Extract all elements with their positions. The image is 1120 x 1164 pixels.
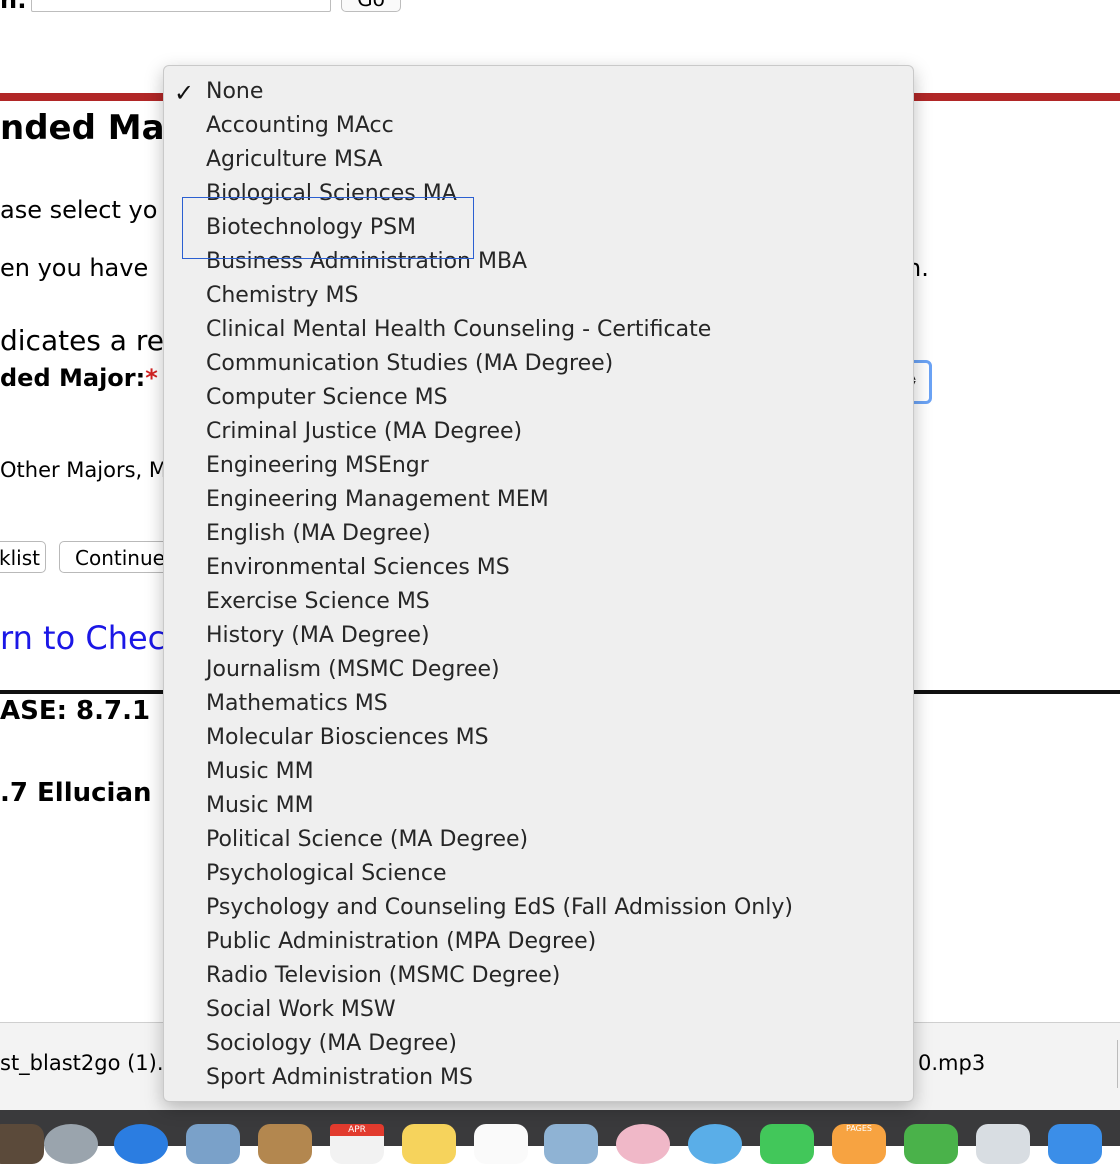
shelf-separator — [1117, 1040, 1118, 1088]
pages-label: PAGES — [846, 1124, 872, 1133]
search-label: n: — [0, 0, 27, 14]
download-item[interactable]: st_blast2go (1)... — [0, 1051, 177, 1075]
pages-icon[interactable]: PAGES — [832, 1124, 886, 1164]
dropdown-option[interactable]: Sociology (MA Degree) — [206, 1027, 457, 1061]
dropdown-option[interactable]: Psychology and Counseling EdS (Fall Admi… — [206, 891, 793, 925]
dropdown-option[interactable]: Music MM — [206, 755, 314, 789]
dropdown-option[interactable]: Communication Studies (MA Degree) — [206, 347, 613, 381]
dropdown-option[interactable]: Molecular Biosciences MS — [206, 721, 489, 755]
dropdown-option[interactable]: Exercise Science MS — [206, 585, 430, 619]
dropdown-option[interactable]: Music MM — [206, 789, 314, 823]
dropdown-option[interactable]: None — [206, 75, 263, 109]
maps-icon[interactable] — [544, 1124, 598, 1164]
dropdown-option[interactable]: Chemistry MS — [206, 279, 358, 313]
calendar-icon[interactable]: APR — [330, 1124, 384, 1164]
return-to-checklist-link[interactable]: rn to Check — [0, 619, 184, 657]
dropdown-option[interactable]: Computer Science MS — [206, 381, 448, 415]
download-item[interactable]: 0.mp3 — [918, 1051, 985, 1075]
dropdown-option[interactable]: Journalism (MSMC Degree) — [206, 653, 500, 687]
release-text: ASE: 8.7.1 — [0, 696, 151, 726]
dropdown-option[interactable]: Public Administration (MPA Degree) — [206, 925, 596, 959]
required-marker: * — [145, 364, 158, 392]
go-button[interactable]: Go — [341, 0, 401, 12]
focus-highlight — [182, 197, 474, 259]
dropdown-option[interactable]: Mathematics MS — [206, 687, 388, 721]
facetime-icon[interactable] — [760, 1124, 814, 1164]
dock-app-icon[interactable] — [0, 1124, 44, 1164]
dropdown-option[interactable]: Accounting MAcc — [206, 109, 394, 143]
dropdown-option[interactable]: Sport Administration MS — [206, 1061, 473, 1095]
instruction-text: ase select yo — [0, 196, 158, 224]
dropdown-option[interactable]: Social Work MSW — [206, 993, 396, 1027]
major-label-text: ded Major: — [0, 364, 146, 392]
calendar-month: APR — [330, 1124, 384, 1136]
dropdown-option[interactable]: Agriculture MSA — [206, 143, 382, 177]
notes-icon[interactable] — [402, 1124, 456, 1164]
dropdown-option[interactable]: Psychological Science — [206, 857, 446, 891]
dropdown-option[interactable]: Engineering Management MEM — [206, 483, 549, 517]
checklist-button[interactable]: klist — [0, 541, 46, 573]
dropdown-option[interactable]: Criminal Justice (MA Degree) — [206, 415, 522, 449]
photos-icon[interactable] — [616, 1124, 670, 1164]
dropdown-option[interactable]: Radio Television (MSMC Degree) — [206, 959, 560, 993]
numbers-icon[interactable] — [904, 1124, 958, 1164]
system-preferences-icon[interactable] — [1048, 1124, 1102, 1164]
dropdown-option[interactable]: Political Science (MA Degree) — [206, 823, 528, 857]
checkmark-icon: ✓ — [174, 79, 195, 107]
dropdown-option[interactable]: Clinical Mental Health Counseling - Cert… — [206, 313, 711, 347]
page-title: nded Ma — [0, 108, 165, 148]
other-majors-text: Other Majors, M — [0, 458, 168, 482]
copyright-text: .7 Ellucian — [0, 778, 152, 808]
dropdown-option[interactable]: History (MA Degree) — [206, 619, 430, 653]
app-store-icon[interactable] — [976, 1124, 1030, 1164]
reminders-icon[interactable] — [474, 1124, 528, 1164]
mail-icon[interactable] — [186, 1124, 240, 1164]
contacts-icon[interactable] — [258, 1124, 312, 1164]
messages-icon[interactable] — [688, 1124, 742, 1164]
required-note: dicates a re — [0, 324, 164, 357]
dropdown-option[interactable]: Engineering MSEngr — [206, 449, 429, 483]
search-input[interactable] — [31, 0, 331, 12]
dropdown-option[interactable]: Environmental Sciences MS — [206, 551, 510, 585]
completion-text: en you have — [0, 254, 149, 282]
dropdown-option[interactable]: English (MA Degree) — [206, 517, 431, 551]
safari-icon[interactable] — [114, 1124, 168, 1164]
major-field-label: ded Major:* — [0, 364, 158, 392]
launchpad-icon[interactable] — [44, 1124, 98, 1164]
